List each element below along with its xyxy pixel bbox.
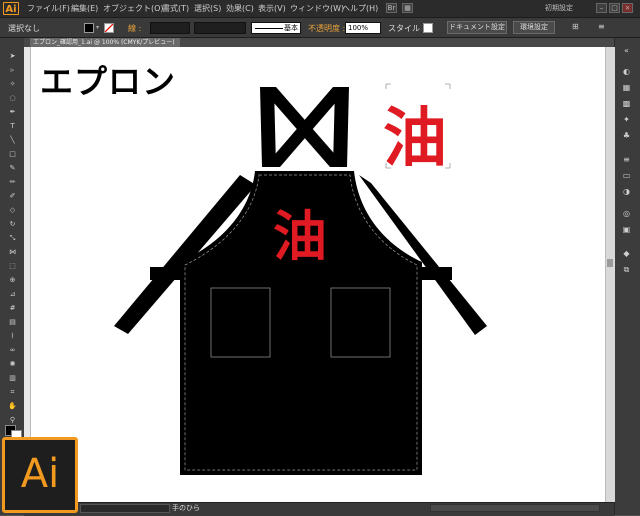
panel-dock xyxy=(614,38,640,515)
logo-kanji: 油 xyxy=(383,101,447,176)
selection-tool-icon[interactable]: ➤ xyxy=(8,52,17,60)
stroke-label: 線 : xyxy=(128,24,142,33)
transparency-panel-icon[interactable]: ◑ xyxy=(621,188,632,196)
pencil-tool-icon[interactable]: ✏ xyxy=(8,178,17,186)
fill-swatch[interactable] xyxy=(84,23,94,33)
maximize-icon[interactable]: □ xyxy=(609,3,620,13)
menu-view[interactable]: 表示(V) xyxy=(258,3,286,14)
zoom-tool-icon[interactable]: ⚲ xyxy=(8,416,17,424)
document-setup-button[interactable]: ドキュメント設定 xyxy=(447,21,507,34)
style-label: スタイル : xyxy=(388,24,426,33)
graphic-styles-panel-icon[interactable]: ▣ xyxy=(621,226,632,234)
arrange-icon[interactable]: ⊞ xyxy=(572,22,582,32)
eraser-tool-icon[interactable]: ◇ xyxy=(8,206,17,214)
bridge-icon[interactable]: Br xyxy=(386,3,397,13)
document-tab[interactable]: エプロン_確認用_1.ai @ 100% (CMYK/プレビュー) xyxy=(30,38,180,47)
swatches-panel-icon[interactable]: ▩ xyxy=(621,100,632,108)
menu-window[interactable]: ウィンドウ(W) xyxy=(290,3,344,14)
hand-tool-icon[interactable]: ✋ xyxy=(8,402,17,410)
gradient-tool-icon[interactable]: ▤ xyxy=(8,318,17,326)
app-logo-icon: Ai xyxy=(3,2,19,15)
appearance-panel-icon[interactable]: ◎ xyxy=(621,210,632,218)
status-tool-text: 手のひら xyxy=(172,504,200,512)
menu-select[interactable]: 選択(S) xyxy=(194,3,221,14)
stroke-panel-icon[interactable]: ≡ xyxy=(621,156,632,164)
mesh-tool-icon[interactable]: # xyxy=(8,304,17,312)
menu-edit[interactable]: 編集(E) xyxy=(71,3,98,14)
horizontal-scrollbar[interactable] xyxy=(430,504,600,512)
illustrator-logo-icon: Ai xyxy=(2,437,78,513)
paintbrush-tool-icon[interactable]: ✎ xyxy=(8,164,17,172)
close-icon[interactable]: × xyxy=(622,3,633,13)
shape-builder-tool-icon[interactable]: ⊕ xyxy=(8,276,17,284)
symbol-sprayer-tool-icon[interactable]: ✺ xyxy=(8,360,17,368)
scale-tool-icon[interactable]: ⤡ xyxy=(8,234,17,242)
layers-panel-icon[interactable]: ◆ xyxy=(621,250,632,258)
symbols-panel-icon[interactable]: ♣ xyxy=(621,132,632,140)
menu-help[interactable]: ヘルプ(H) xyxy=(342,3,378,14)
variable-width-field[interactable] xyxy=(194,22,246,34)
slice-tool-icon[interactable]: ⌗ xyxy=(8,388,17,396)
collapse-panels-icon[interactable]: « xyxy=(621,47,632,55)
direct-selection-tool-icon[interactable]: ▹ xyxy=(8,66,17,74)
blob-brush-tool-icon[interactable]: ✐ xyxy=(8,192,17,200)
brush-definition[interactable]: 基本 xyxy=(251,22,301,34)
color-panel-icon[interactable]: ◐ xyxy=(621,68,632,76)
stroke-swatch[interactable] xyxy=(104,23,114,33)
fill-dropdown-icon[interactable]: ▾ xyxy=(96,24,102,32)
preferences-button[interactable]: 環境設定 xyxy=(513,21,555,34)
rotate-tool-icon[interactable]: ↻ xyxy=(8,220,17,228)
opacity-field[interactable]: 100% xyxy=(345,22,381,34)
arrange-docs-icon[interactable]: ▦ xyxy=(402,3,413,13)
workspace-switcher[interactable]: 初期設定 xyxy=(545,3,573,13)
gradient-panel-icon[interactable]: ▭ xyxy=(621,172,632,180)
blend-tool-icon[interactable]: ∞ xyxy=(8,346,17,354)
brushes-panel-icon[interactable]: ✦ xyxy=(621,116,632,124)
artboard-navigation[interactable] xyxy=(80,504,170,513)
free-transform-tool-icon[interactable]: ⬚ xyxy=(8,262,17,270)
opacity-label[interactable]: 不透明度 : xyxy=(308,23,345,34)
lasso-tool-icon[interactable]: ◌ xyxy=(8,94,17,102)
panel-menu-icon[interactable]: ≡ xyxy=(598,22,608,32)
pen-tool-icon[interactable]: ✒ xyxy=(8,108,17,116)
selection-status: 選択なし xyxy=(8,24,40,33)
apron-kanji: 油 xyxy=(273,204,327,268)
line-tool-icon[interactable]: ╲ xyxy=(8,136,17,144)
menu-effect[interactable]: 効果(C) xyxy=(226,3,254,14)
menu-type[interactable]: 書式(T) xyxy=(162,3,189,14)
graphic-style-swatch[interactable] xyxy=(423,23,433,33)
menu-file[interactable]: ファイル(F) xyxy=(27,3,70,14)
apron-artwork[interactable]: 油 油 xyxy=(24,47,614,502)
color-guide-icon[interactable]: ▦ xyxy=(621,84,632,92)
menu-object[interactable]: オブジェクト(O) xyxy=(103,3,164,14)
artboards-panel-icon[interactable]: ⧉ xyxy=(621,266,632,274)
stroke-weight-field[interactable] xyxy=(150,22,190,34)
magic-wand-tool-icon[interactable]: ✧ xyxy=(8,80,17,88)
type-tool-icon[interactable]: T xyxy=(8,122,17,130)
width-tool-icon[interactable]: ⋈ xyxy=(8,248,17,256)
graph-tool-icon[interactable]: ▥ xyxy=(8,374,17,382)
eyedropper-tool-icon[interactable]: ⌇ xyxy=(8,332,17,340)
rectangle-tool-icon[interactable]: □ xyxy=(8,150,17,158)
minimize-icon[interactable]: – xyxy=(596,3,607,13)
perspective-grid-tool-icon[interactable]: ⊿ xyxy=(8,290,17,298)
